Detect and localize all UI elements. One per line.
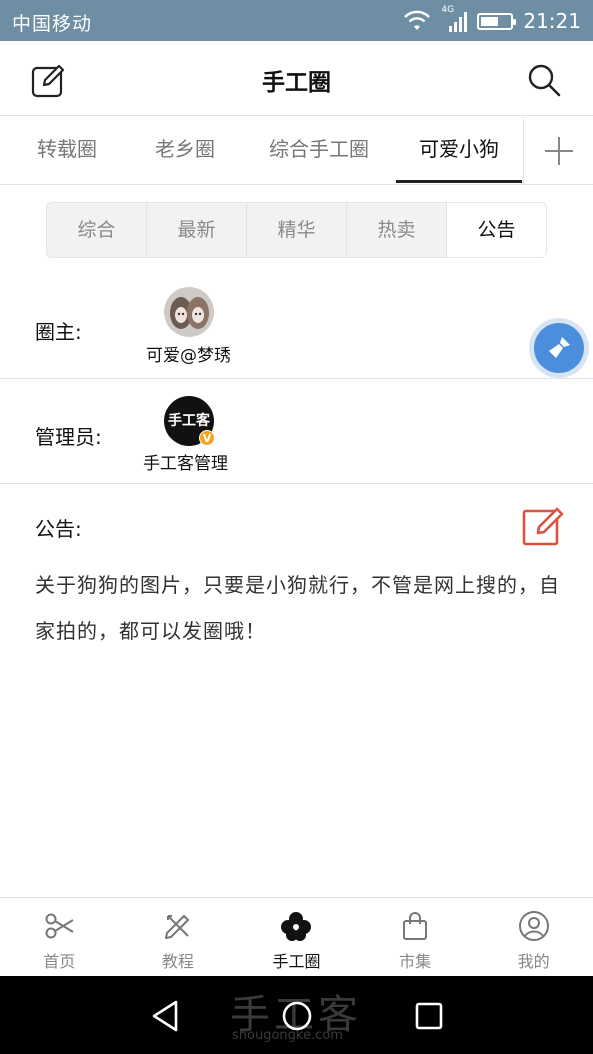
nav-mine-label: 我的: [517, 952, 550, 971]
verified-badge: V: [199, 430, 215, 446]
wifi-icon: [404, 10, 431, 30]
nav-market-label: 市集: [399, 952, 432, 971]
tab-featured[interactable]: 精华: [247, 203, 347, 257]
pencil-ruler-icon: [164, 915, 189, 939]
back-icon[interactable]: [148, 998, 184, 1034]
app-header: 手工圈: [0, 41, 593, 116]
content-filter-tabs: 综合 最新 精华 热卖 公告: [46, 202, 547, 258]
nav-tutorials[interactable]: 教程: [119, 898, 238, 976]
network-type: 4G: [441, 5, 455, 15]
nav-market[interactable]: 市集: [356, 898, 475, 976]
shopping-bag-icon: [403, 912, 428, 940]
admin-avatar-text: 手工客: [168, 413, 210, 429]
owner-row: 圈主: 可爱@梦琇: [0, 275, 593, 379]
nav-tutorials-label: 教程: [161, 952, 194, 971]
carrier-name: 中国移动: [12, 13, 93, 35]
status-bar: 中国移动 4G 21:21: [0, 0, 593, 41]
announcement-text: 关于狗狗的图片，只要是小狗就行，不管是网上搜的，自家拍的，都可以发圈哦！: [35, 573, 560, 643]
battery-icon: [477, 12, 517, 30]
admin-row: 管理员: 手工客 V 手工客管理: [0, 379, 593, 484]
cellular-signal-icon: 4G: [441, 5, 468, 34]
admin-name[interactable]: 手工客管理: [143, 449, 228, 474]
tab-hometown-circle[interactable]: 老乡圈: [136, 117, 234, 181]
status-icons: 4G 21:21: [403, 5, 581, 36]
tab-cute-puppy[interactable]: 可爱小狗: [396, 117, 522, 183]
bottom-navigation: 首页 教程 手工圈 市集 我的: [0, 897, 593, 976]
owner-avatar[interactable]: [164, 287, 214, 337]
flower-icon: [281, 912, 312, 941]
tab-announcement[interactable]: 公告: [447, 203, 546, 257]
page-title: 手工圈: [262, 70, 331, 96]
clock: 21:21: [523, 9, 581, 33]
plus-icon: [544, 136, 573, 165]
tab-reprint-circle[interactable]: 转载圈: [18, 117, 116, 181]
add-circle-button[interactable]: [523, 117, 593, 184]
broom-icon: [549, 337, 570, 358]
home-icon[interactable]: [279, 998, 315, 1034]
nav-circle[interactable]: 手工圈: [237, 898, 356, 976]
owner-name[interactable]: 可爱@梦琇: [146, 341, 231, 366]
edit-announcement-icon[interactable]: [521, 503, 566, 548]
announcement-label: 公告:: [35, 517, 82, 541]
floating-clean-button[interactable]: [529, 318, 589, 378]
tab-general-circle[interactable]: 综合手工圈: [254, 117, 384, 181]
nav-mine[interactable]: 我的: [474, 898, 593, 976]
nav-circle-label: 手工圈: [272, 952, 321, 971]
nav-home-label: 首页: [43, 952, 76, 971]
circle-tabs: 转载圈 老乡圈 综合手工圈 可爱小狗: [0, 117, 593, 185]
tab-general[interactable]: 综合: [47, 203, 147, 257]
recent-apps-icon[interactable]: [411, 998, 447, 1034]
owner-label: 圈主:: [35, 320, 82, 344]
system-navigation-bar: 手工客 shougongke.com: [0, 976, 593, 1054]
user-icon: [518, 911, 549, 941]
tab-latest[interactable]: 最新: [147, 203, 247, 257]
scissors-icon: [45, 913, 74, 939]
admin-label: 管理员:: [35, 425, 102, 449]
search-icon[interactable]: [525, 61, 563, 99]
nav-home[interactable]: 首页: [0, 898, 119, 976]
tab-hot-sale[interactable]: 热卖: [347, 203, 447, 257]
